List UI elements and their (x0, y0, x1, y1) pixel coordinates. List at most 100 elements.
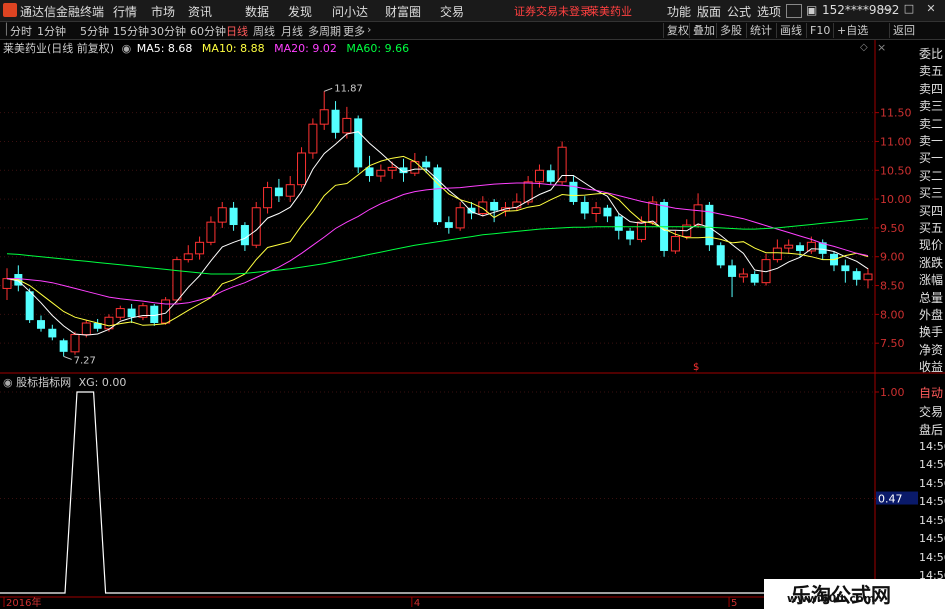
tab-toggle-icon[interactable]: │ (3, 23, 10, 36)
candle-body (308, 123, 318, 154)
sub-chart-legend: ◉ 股标指标网 XG: 0.00 (3, 374, 126, 390)
menu-data[interactable]: 数据 (245, 3, 269, 20)
x-tick-label: 2016年 (6, 596, 41, 609)
tab-overlay[interactable]: 叠加 (689, 23, 718, 38)
candle-body (274, 187, 283, 197)
candle (490, 199, 499, 223)
menu-formula[interactable]: 公式 (727, 3, 751, 20)
quote-label: 卖三 (919, 99, 944, 114)
y-tick-label: 9.50 (880, 222, 905, 235)
high-marker (324, 87, 333, 92)
tab-draw-line[interactable]: 画线 (776, 23, 805, 38)
menu-market[interactable]: 市场 (151, 3, 175, 20)
tab-weekly[interactable]: 周线 (253, 23, 275, 39)
indicator-title[interactable]: 股标指标网 (16, 376, 71, 389)
tab-watchlist[interactable]: +自选 (833, 23, 871, 38)
menu-options[interactable]: 选项 (757, 3, 781, 20)
candle (569, 176, 578, 205)
candle-body (806, 241, 816, 252)
tab-15min[interactable]: 15分钟 (113, 23, 149, 39)
mail-icon[interactable] (786, 4, 802, 18)
menu-wealth-circle[interactable]: 财富圈 (385, 3, 421, 20)
candle-body (490, 201, 499, 211)
title-bar: 通达信金融终端 行情 市场 资讯 数据 发现 问小达 财富圈 交易 证券交易未登… (0, 0, 945, 22)
candle-body (546, 170, 555, 182)
tab-more[interactable]: 更多 (343, 23, 365, 39)
candle-body (36, 320, 45, 329)
chart-close-icon[interactable]: × (877, 41, 886, 54)
quote-label: 净资 (919, 342, 944, 357)
candle (297, 147, 307, 188)
candle-body (738, 273, 748, 278)
tab-multi-period[interactable]: 多周期 (308, 23, 341, 39)
more-chevron-icon[interactable]: › (367, 23, 371, 36)
ma20-legend: MA20: 9.02 (274, 42, 337, 55)
tab-statistics[interactable]: 统计 (746, 23, 775, 38)
tab-60min[interactable]: 60分钟 (190, 23, 226, 39)
quote-label: 卖二 (919, 116, 944, 131)
candle-body (614, 216, 623, 231)
candle-body (195, 241, 205, 255)
legend-toggle-icon[interactable]: ◉ (122, 42, 132, 55)
trade-detail-label: 14:56 (919, 495, 945, 508)
candle (784, 239, 794, 254)
candle-body (365, 167, 374, 177)
candle-body (150, 305, 159, 324)
quote-label: 外盘 (919, 308, 944, 322)
tab-1min[interactable]: 1分钟 (37, 23, 66, 39)
main-chart-legend: 莱美药业(日线 前复权) ◉ MA5: 8.68 MA10: 8.88 MA20… (0, 40, 409, 55)
candle-body (48, 328, 57, 338)
candle (852, 268, 861, 286)
menu-quotes[interactable]: 行情 (113, 3, 137, 20)
sub-legend-toggle-icon[interactable]: ◉ (3, 376, 13, 389)
candle-body (263, 187, 273, 209)
x-tick-label: 5 (731, 598, 737, 609)
minimize-icon[interactable]: — (878, 2, 896, 18)
maximize-icon[interactable]: □ (900, 2, 918, 18)
chart-settings-icon[interactable]: ◇ (860, 42, 868, 53)
x-tick-label: 4 (414, 598, 420, 609)
tab-30min[interactable]: 30分钟 (150, 23, 186, 39)
candle-body (410, 161, 420, 174)
candle (70, 331, 80, 355)
app-logo-icon (3, 3, 17, 17)
tab-intraday[interactable]: 分时 (10, 23, 32, 39)
menu-news[interactable]: 资讯 (188, 3, 212, 20)
tab-f10[interactable]: F10 (806, 23, 833, 38)
candle-body (841, 265, 850, 272)
menu-function[interactable]: 功能 (667, 3, 691, 20)
candle-body (670, 236, 680, 252)
close-icon[interactable]: ✕ (922, 2, 940, 18)
candle-body (433, 167, 442, 223)
tab-daily[interactable]: 日线 (226, 23, 248, 39)
candle-body (772, 247, 782, 261)
candle (455, 201, 465, 231)
chart-area[interactable]: 11.50 11.00 10.50 10.00 9.50 9.00 8.50 8.00 7.50… (0, 40, 945, 609)
candle-body (81, 322, 91, 336)
candle (716, 242, 725, 269)
tab-back[interactable]: 返回 (889, 23, 918, 38)
tab-restore-rights[interactable]: 复权 (663, 23, 692, 38)
candle (750, 271, 759, 286)
tab-5min[interactable]: 5分钟 (80, 23, 109, 39)
candle (59, 338, 68, 357)
candle (183, 245, 193, 263)
user-icon[interactable]: ▣ (806, 3, 817, 17)
menu-discover[interactable]: 发现 (288, 3, 312, 20)
menu-layout[interactable]: 版面 (697, 3, 721, 20)
menu-trade[interactable]: 交易 (440, 3, 464, 20)
candle-body (444, 222, 453, 228)
candle-body (240, 225, 249, 246)
trade-login-notice[interactable]: 证券交易未登录 (514, 3, 591, 19)
tab-multi-stock[interactable]: 多股 (716, 23, 745, 38)
candle-body (478, 201, 488, 215)
candle-body (784, 244, 794, 249)
tab-monthly[interactable]: 月线 (281, 23, 303, 39)
menu-ask[interactable]: 问小达 (332, 3, 368, 20)
watermark: 乐淘公式网 www.60lt.com (764, 579, 945, 609)
candle (433, 164, 442, 226)
candle (728, 259, 737, 298)
stock-label[interactable]: 莱美药业(日线 前复权) (3, 42, 114, 55)
candle (387, 161, 397, 179)
candle-body (716, 245, 725, 266)
